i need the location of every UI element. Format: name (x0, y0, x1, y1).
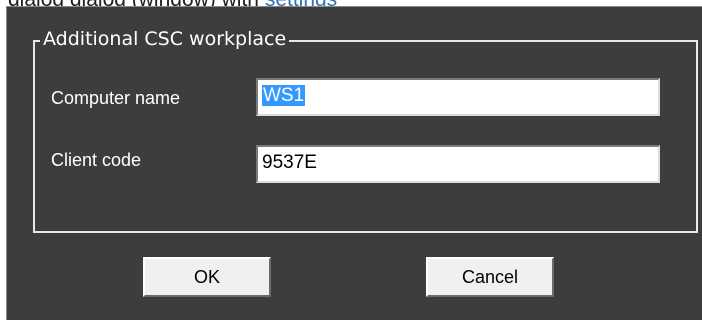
computer-name-input[interactable]: WS1 (256, 78, 660, 116)
cancel-button-label: Cancel (461, 266, 519, 287)
client-code-label: Client code (51, 150, 142, 170)
additional-csc-groupbox (33, 40, 698, 233)
ok-button[interactable]: OK (143, 257, 271, 297)
csc-workplace-dialog: Additional CSC workplace Computer name W… (6, 6, 702, 320)
computer-name-value: WS1 (262, 85, 306, 106)
groupbox-title: Additional CSC workplace (40, 27, 290, 51)
computer-name-label: Computer name (51, 88, 181, 108)
ok-button-label: OK (193, 266, 220, 287)
client-code-input[interactable]: 9537E (256, 145, 660, 183)
cancel-button[interactable]: Cancel (426, 257, 554, 297)
client-code-value: 9537E (262, 152, 317, 173)
